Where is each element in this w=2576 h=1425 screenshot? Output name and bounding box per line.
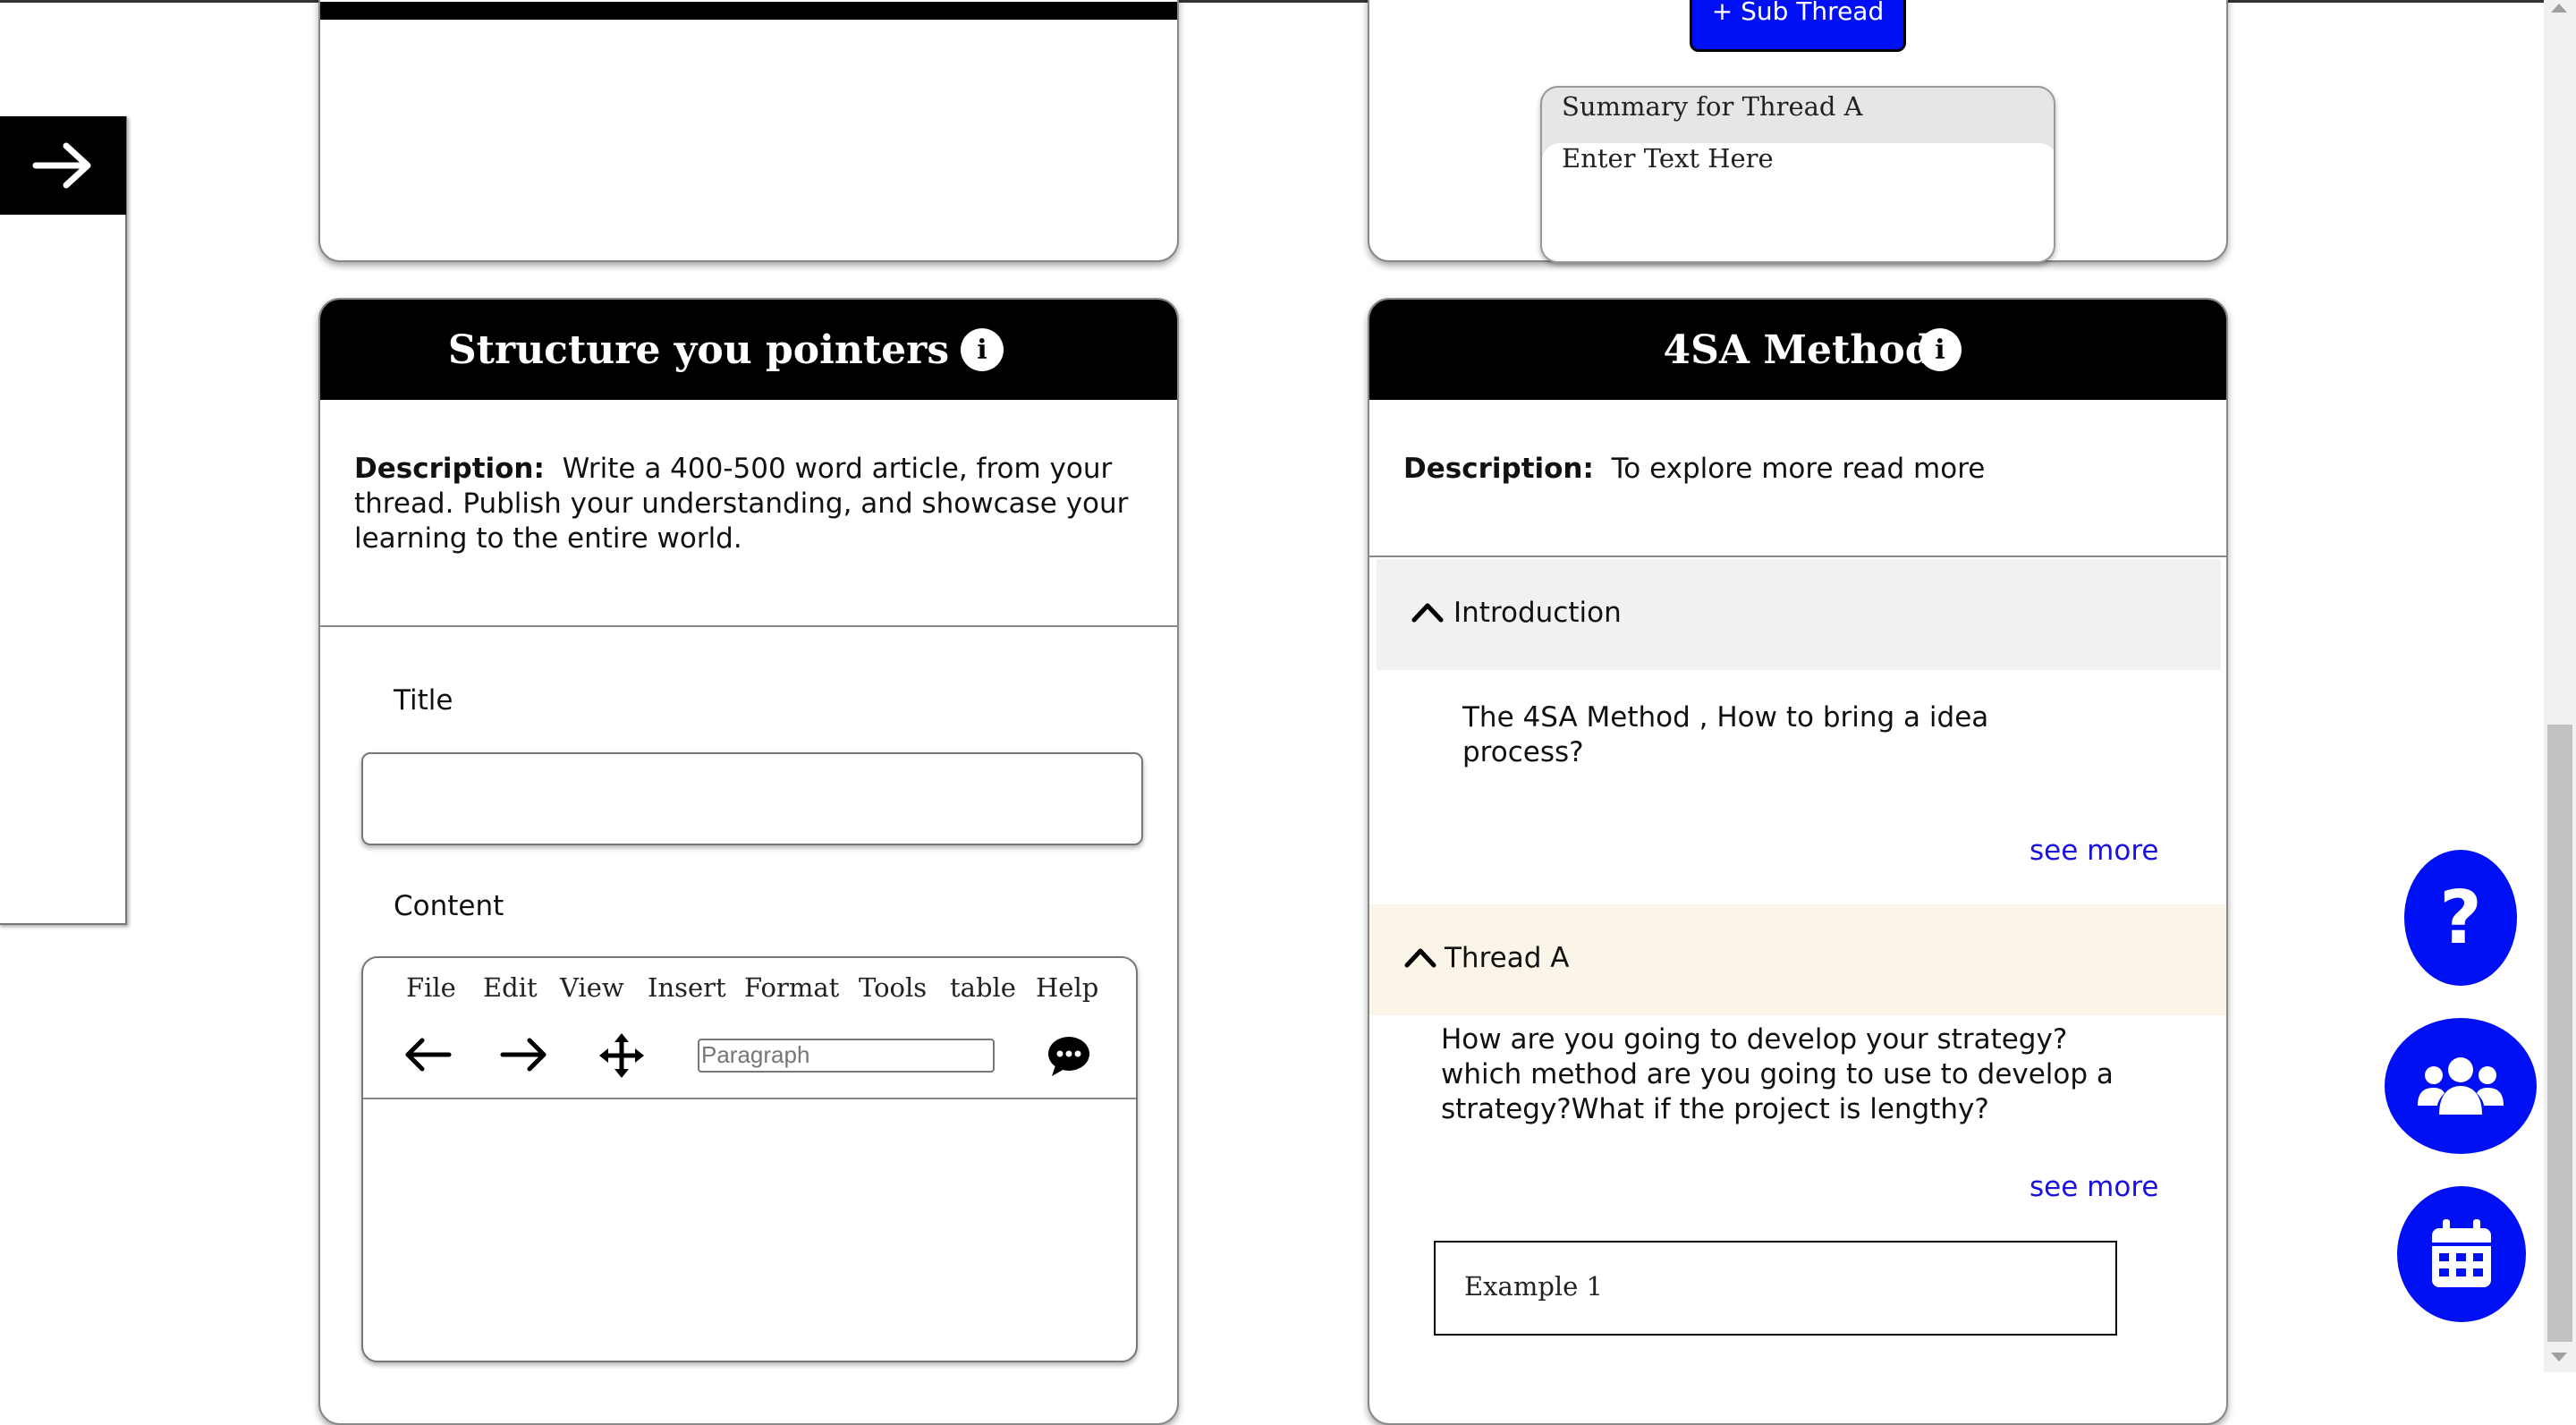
method-card-title: 4SA Method	[1663, 327, 1933, 373]
chevron-up-icon	[1411, 603, 1444, 623]
rich-text-editor[interactable]: File Edit View Insert Format Tools table…	[361, 956, 1138, 1362]
summary-input[interactable]: Enter Text Here	[1542, 143, 2054, 261]
divider	[320, 625, 1177, 627]
description-label: Description:	[1403, 453, 1594, 485]
redo-arrow-icon[interactable]	[499, 1037, 549, 1073]
method-description: Description: To explore more read more	[1403, 452, 2190, 487]
accordion-thread-a[interactable]: Thread A	[1369, 904, 2226, 1015]
menu-tools[interactable]: Tools	[859, 972, 927, 1003]
method-card-header: 4SA Method	[1369, 300, 2226, 400]
content-label: Content	[394, 890, 504, 922]
paragraph-placeholder: Paragraph	[701, 1041, 810, 1068]
structure-card: Structure you pointers i Description: Wr…	[318, 298, 1179, 1425]
sidebar-toggle[interactable]	[0, 116, 126, 215]
menu-format[interactable]: Format	[744, 972, 839, 1003]
summary-title: Summary for Thread A	[1562, 91, 1863, 122]
structure-description: Description: Write a 400-500 word articl…	[354, 452, 1141, 556]
structure-card-title: Structure you pointers	[447, 327, 950, 373]
undo-arrow-icon[interactable]	[402, 1037, 453, 1073]
users-icon	[2418, 1057, 2504, 1115]
info-icon[interactable]: i	[1919, 328, 1962, 371]
introduction-title: Introduction	[1453, 597, 1622, 629]
accordion-introduction[interactable]: Introduction	[1377, 559, 2221, 670]
menu-help[interactable]: Help	[1036, 972, 1098, 1003]
description-label: Description:	[354, 453, 545, 485]
title-input[interactable]	[361, 752, 1143, 845]
structure-card-header: Structure you pointers	[320, 300, 1177, 400]
introduction-see-more[interactable]: see more	[2029, 835, 2158, 867]
scrollbar-thumb[interactable]	[2547, 725, 2572, 1342]
sidebar-panel	[0, 116, 127, 925]
top-left-card	[318, 0, 1179, 262]
menu-file[interactable]: File	[406, 972, 456, 1003]
top-left-card-header	[320, 2, 1177, 20]
move-icon[interactable]	[599, 1033, 644, 1078]
description-text: To explore more read more	[1611, 453, 1986, 485]
thread-a-title: Thread A	[1445, 942, 1570, 974]
example-box[interactable]: Example 1	[1434, 1241, 2117, 1336]
summary-box: Summary for Thread A Enter Text Here	[1540, 86, 2055, 263]
thread-a-see-more[interactable]: see more	[2029, 1171, 2158, 1203]
calendar-button[interactable]	[2397, 1186, 2526, 1322]
help-icon: ?	[2439, 875, 2482, 961]
comment-icon[interactable]	[1046, 1035, 1091, 1078]
editor-body[interactable]	[363, 1099, 1136, 1359]
title-label: Title	[394, 684, 453, 717]
paragraph-select[interactable]: Paragraph	[698, 1039, 995, 1073]
menu-insert[interactable]: Insert	[648, 972, 726, 1003]
menu-view[interactable]: View	[560, 972, 624, 1003]
calendar-icon	[2432, 1219, 2491, 1287]
method-card: 4SA Method i Description: To explore mor…	[1368, 298, 2228, 1425]
summary-placeholder: Enter Text Here	[1562, 143, 1774, 174]
menu-edit[interactable]: Edit	[483, 972, 538, 1003]
divider	[1369, 556, 2226, 557]
arrow-right-icon	[32, 142, 90, 189]
thread-a-text: How are you going to develop your strate…	[1441, 1023, 2114, 1125]
sub-thread-button[interactable]: + Sub Thread	[1690, 0, 1906, 52]
sub-thread-label: + Sub Thread	[1711, 0, 1885, 26]
menu-table[interactable]: table	[950, 972, 1016, 1003]
example-label: Example 1	[1464, 1271, 1603, 1302]
introduction-text: The 4SA Method , How to bring a idea pro…	[1462, 701, 1989, 768]
scroll-down-arrow-icon[interactable]	[2551, 1353, 2567, 1361]
scroll-up-arrow-icon[interactable]	[2551, 4, 2567, 13]
users-button[interactable]	[2385, 1018, 2537, 1154]
help-button[interactable]: ?	[2404, 850, 2517, 986]
info-icon[interactable]: i	[961, 328, 1004, 371]
chevron-up-icon	[1404, 948, 1436, 968]
